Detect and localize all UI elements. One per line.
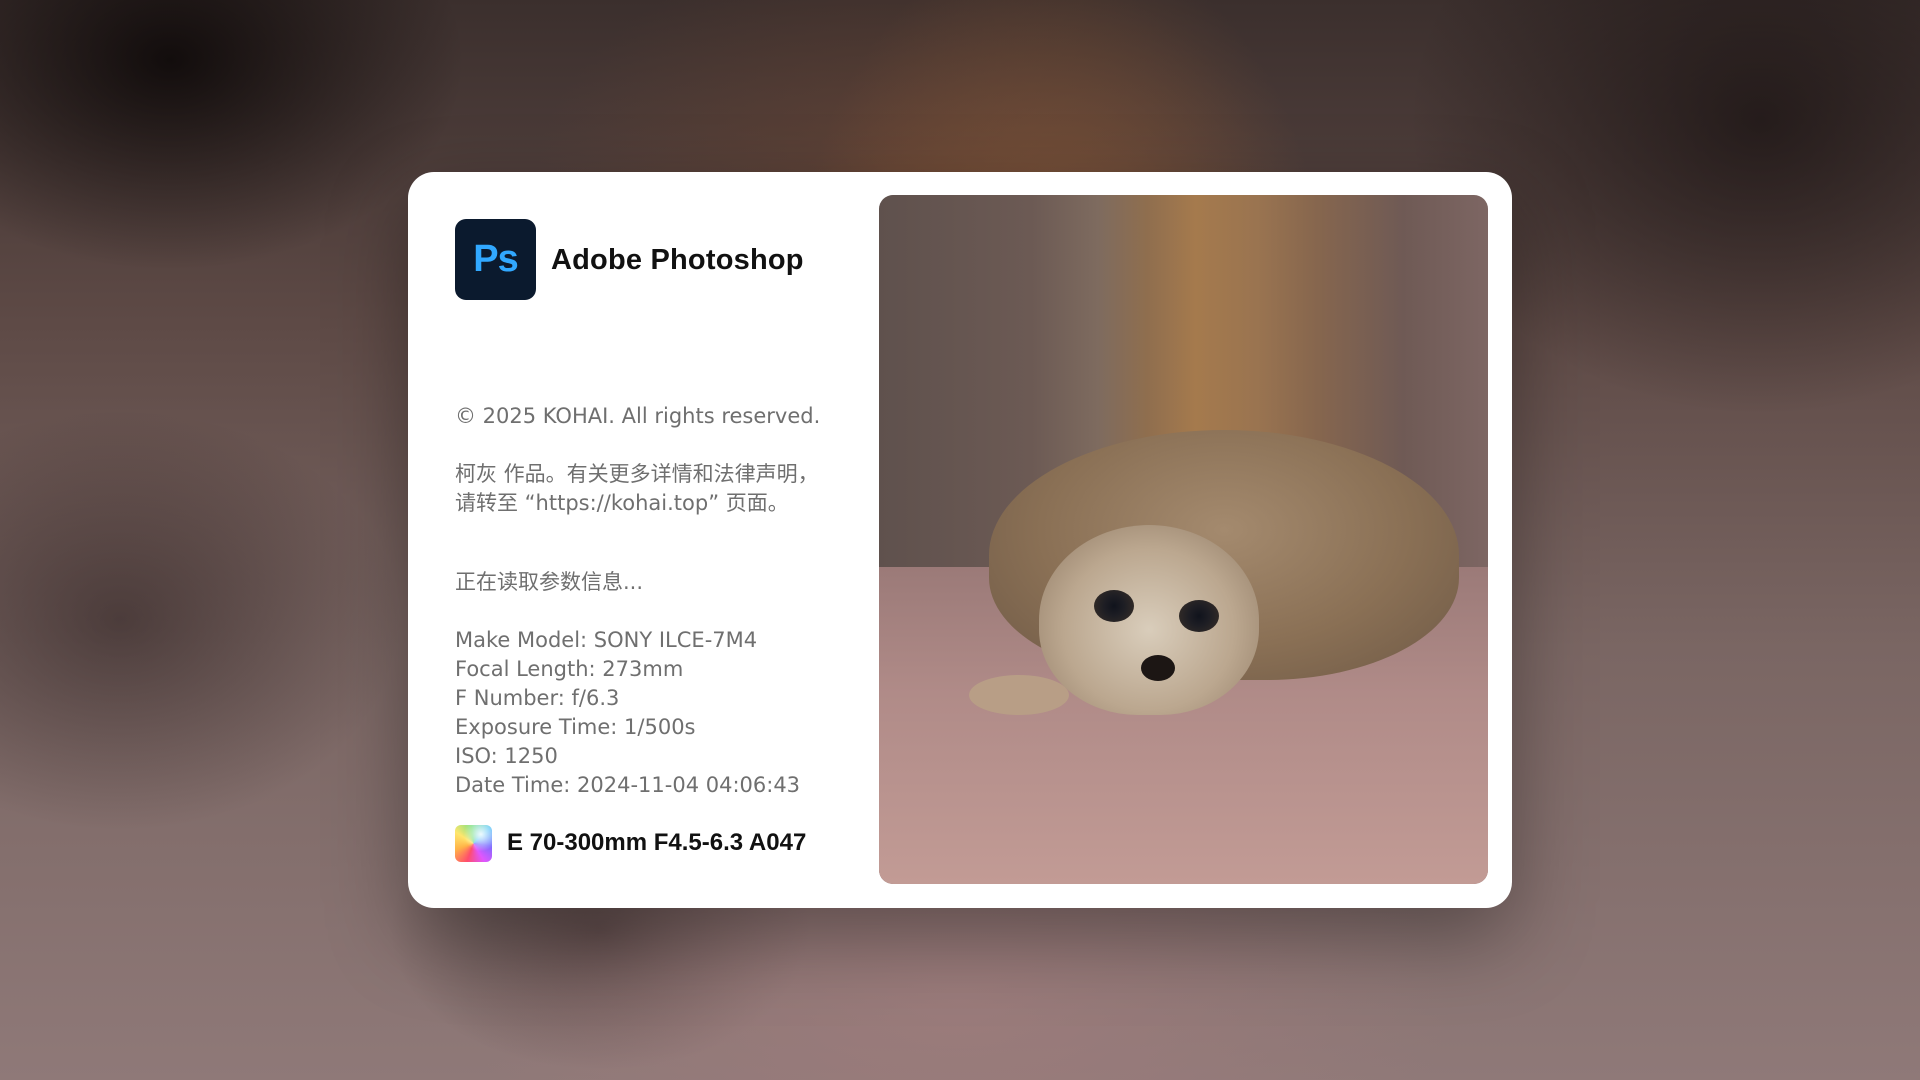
legal-notice: 柯灰 作品。有关更多详情和法律声明， 请转至 “https://kohai.to… (455, 460, 819, 518)
exif-f-number: F Number: f/6.3 (455, 686, 620, 710)
splash-dialog: Ps Adobe Photoshop © 2025 KOHAI. All rig… (408, 172, 1512, 908)
exif-make-model: Make Model: SONY ILCE-7M4 (455, 628, 758, 652)
gradient-lens-icon (455, 824, 492, 862)
loading-status: 正在读取参数信息... (455, 570, 644, 594)
exif-exposure-time: Exposure Time: 1/500s (455, 715, 696, 739)
app-name: Adobe Photoshop (551, 244, 804, 276)
photoshop-app-icon: Ps (455, 219, 536, 300)
app-icon-label: Ps (473, 238, 518, 280)
legal-line-2: 请转至 “https://kohai.top” 页面。 (455, 491, 789, 515)
meerkat-nose (1141, 655, 1175, 681)
exif-date-time: Date Time: 2024-11-04 04:06:43 (455, 773, 801, 797)
exif-focal-length: Focal Length: 273mm (455, 657, 684, 681)
lens-info: E 70-300mm F4.5-6.3 A047 (455, 824, 806, 862)
copyright-text: © 2025 KOHAI. All rights reserved. (455, 404, 821, 428)
lens-label: E 70-300mm F4.5-6.3 A047 (507, 829, 807, 856)
meerkat-eye-right (1179, 600, 1219, 632)
exif-info: Make Model: SONY ILCE-7M4 Focal Length: … (455, 626, 800, 800)
meerkat-head (1039, 525, 1259, 715)
meerkat-paw (969, 675, 1069, 715)
exif-iso: ISO: 1250 (455, 744, 558, 768)
splash-photo (879, 195, 1488, 884)
legal-line-1: 柯灰 作品。有关更多详情和法律声明， (455, 462, 819, 486)
meerkat-eye-left (1094, 590, 1134, 622)
